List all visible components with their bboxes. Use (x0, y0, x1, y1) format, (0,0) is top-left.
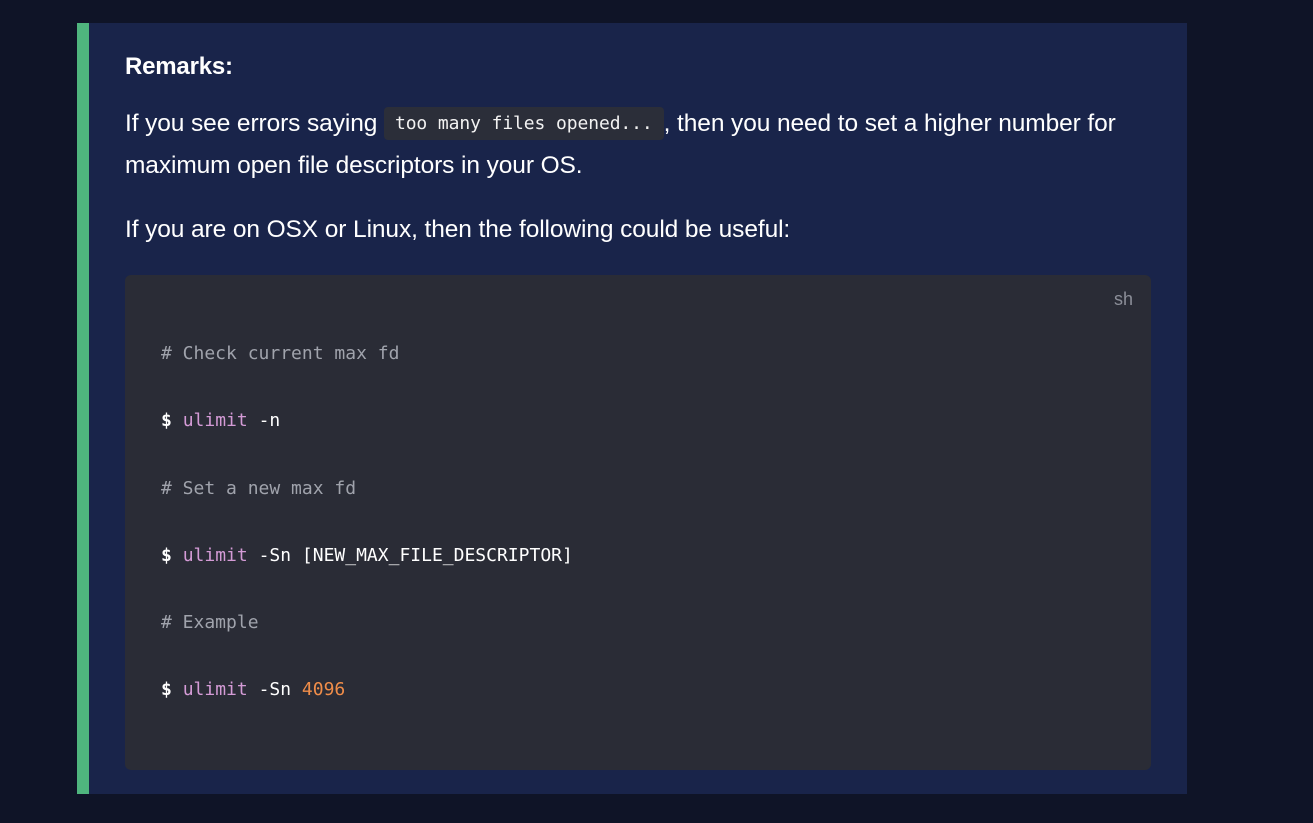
code-comment: # Set a new max fd (161, 478, 357, 499)
code-block[interactable]: sh # Check current max fd $ ulimit -n # … (125, 275, 1151, 770)
code-argument: -Sn (258, 679, 292, 700)
code-line-command: $ ulimit -n (161, 410, 280, 431)
code-language-label: sh (1113, 289, 1133, 309)
code-line-comment: # Set a new max fd (161, 478, 356, 499)
remarks-title: Remarks: (125, 53, 233, 80)
inline-code-error: too many files opened... (383, 107, 664, 140)
code-line-comment: # Example (161, 612, 259, 633)
code-command: ulimit (182, 679, 248, 700)
remarks-callout: Remarks: If you see errors saying too ma… (77, 23, 1187, 794)
code-comment: # Example (161, 612, 259, 633)
code-argument: -n (258, 410, 281, 431)
remarks-paragraph-os: If you are on OSX or Linux, then the fol… (125, 216, 791, 243)
code-argument: -Sn [NEW_MAX_FILE_DESCRIPTOR] (258, 545, 573, 566)
code-comment: # Check current max fd (161, 343, 400, 364)
code-command: ulimit (182, 410, 248, 431)
shell-prompt: $ (161, 545, 172, 566)
code-line-command: $ ulimit -Sn [NEW_MAX_FILE_DESCRIPTOR] (161, 545, 573, 566)
code-number: 4096 (301, 679, 346, 700)
code-line-command: $ ulimit -Sn 4096 (161, 679, 345, 700)
shell-prompt: $ (161, 679, 172, 700)
code-line-comment: # Check current max fd (161, 343, 399, 364)
shell-prompt: $ (161, 410, 172, 431)
para-text-before: If you see errors saying (125, 110, 384, 137)
remarks-paragraph-errors: If you see errors saying too many files … (125, 104, 1151, 186)
code-command: ulimit (182, 545, 248, 566)
